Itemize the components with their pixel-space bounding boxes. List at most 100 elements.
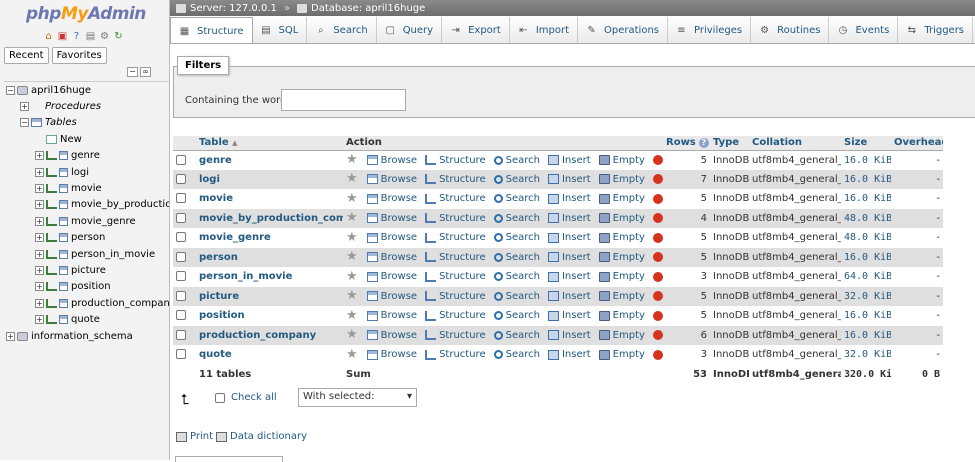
search-action[interactable]: Search <box>493 213 540 224</box>
browse-action[interactable]: Browse <box>366 174 417 185</box>
recent-tab[interactable]: Recent <box>4 47 49 64</box>
expand-icon[interactable]: + <box>20 102 29 112</box>
row-checkbox[interactable] <box>176 349 186 360</box>
expand-icon[interactable]: + <box>6 331 15 341</box>
expand-icon[interactable]: − <box>6 85 15 95</box>
tab-privileges[interactable]: ≡ Privileges <box>668 17 752 43</box>
breadcrumb-database[interactable]: Database: april16huge <box>311 3 425 14</box>
table-name-link[interactable]: logi <box>199 174 220 185</box>
docs-icon[interactable]: ▤ <box>84 30 97 43</box>
empty-action[interactable]: Empty <box>598 252 645 263</box>
data-dictionary-link[interactable]: Data dictionary <box>216 431 307 442</box>
search-action[interactable]: Search <box>493 330 540 341</box>
phpmyadmin-logo[interactable]: phpMyAdmin <box>26 4 146 24</box>
breadcrumb-server[interactable]: Server: 127.0.0.1 <box>190 3 277 14</box>
drop-action[interactable]: Drop <box>652 310 663 321</box>
browse-action[interactable]: Browse <box>366 310 417 321</box>
settings-icon[interactable]: ⚙ <box>98 30 111 43</box>
insert-action[interactable]: Insert <box>547 213 591 224</box>
structure-action[interactable]: Structure <box>425 271 486 282</box>
tree-item[interactable]: + information_schema <box>0 328 169 344</box>
logout-icon[interactable]: ▣ <box>56 30 69 43</box>
expand-icon[interactable]: + <box>35 315 44 325</box>
insert-action[interactable]: Insert <box>547 155 591 166</box>
drop-action[interactable]: Drop <box>652 213 663 224</box>
insert-action[interactable]: Insert <box>547 252 591 263</box>
structure-action[interactable]: Structure <box>425 349 486 360</box>
empty-action[interactable]: Empty <box>598 155 645 166</box>
structure-action[interactable]: Structure <box>425 193 486 204</box>
search-action[interactable]: Search <box>493 291 540 302</box>
tree-item[interactable]: + quote <box>0 311 169 327</box>
insert-action[interactable]: Insert <box>547 291 591 302</box>
drop-action[interactable]: Drop <box>652 349 663 360</box>
empty-action[interactable]: Empty <box>598 271 645 282</box>
insert-action[interactable]: Insert <box>547 330 591 341</box>
favorite-star-icon[interactable]: ★ <box>346 231 358 244</box>
tree-item[interactable]: − Tables <box>0 115 169 131</box>
print-link[interactable]: Print <box>176 431 213 442</box>
tree-item[interactable]: + movie <box>0 180 169 196</box>
size[interactable]: 32.0 KiB <box>841 286 891 306</box>
collapse-all-icon[interactable]: − <box>127 67 138 77</box>
search-action[interactable]: Search <box>493 174 540 185</box>
row-checkbox[interactable] <box>176 271 186 282</box>
drop-action[interactable]: Drop <box>652 193 663 204</box>
expand-icon[interactable]: − <box>20 118 29 128</box>
tree-item[interactable]: + Procedures <box>0 98 169 114</box>
browse-action[interactable]: Browse <box>366 213 417 224</box>
home-icon[interactable]: ⌂ <box>42 30 55 43</box>
empty-action[interactable]: Empty <box>598 291 645 302</box>
header-rows[interactable]: Rows? <box>663 136 710 151</box>
favorite-star-icon[interactable]: ★ <box>346 289 358 302</box>
table-name-link[interactable]: position <box>199 310 245 321</box>
tab-events[interactable]: ◷ Events <box>829 17 899 43</box>
search-action[interactable]: Search <box>493 193 540 204</box>
filter-input[interactable] <box>281 89 406 111</box>
empty-action[interactable]: Empty <box>598 330 645 341</box>
table-name-link[interactable]: picture <box>199 291 239 302</box>
row-checkbox[interactable] <box>176 232 186 243</box>
table-name-link[interactable]: quote <box>199 349 232 360</box>
check-all-checkbox[interactable] <box>215 393 225 403</box>
row-checkbox[interactable] <box>176 251 186 262</box>
browse-action[interactable]: Browse <box>366 193 417 204</box>
search-action[interactable]: Search <box>493 271 540 282</box>
help-icon[interactable]: ? <box>698 138 709 149</box>
favorite-star-icon[interactable]: ★ <box>346 172 358 185</box>
size[interactable]: 16.0 KiB <box>841 169 891 189</box>
insert-action[interactable]: Insert <box>547 271 591 282</box>
tree-item[interactable]: − april16huge <box>0 82 169 98</box>
header-overhead[interactable]: Overhead <box>891 136 943 151</box>
size[interactable]: 16.0 KiB <box>841 247 891 267</box>
tree-item[interactable]: +New <box>0 131 169 147</box>
insert-action[interactable]: Insert <box>547 232 591 243</box>
tree-item[interactable]: + picture <box>0 262 169 278</box>
structure-action[interactable]: Structure <box>425 213 486 224</box>
drop-action[interactable]: Drop <box>652 232 663 243</box>
favorite-star-icon[interactable]: ★ <box>346 309 358 322</box>
tab-query[interactable]: ▢ Query <box>377 17 443 43</box>
tab-structure[interactable]: ▦ Structure <box>170 17 253 43</box>
browse-action[interactable]: Browse <box>366 291 417 302</box>
structure-action[interactable]: Structure <box>425 174 486 185</box>
empty-action[interactable]: Empty <box>598 193 645 204</box>
drop-action[interactable]: Drop <box>652 291 663 302</box>
tab-export[interactable]: ⇥ Export <box>442 17 510 43</box>
tree-item[interactable]: + person_in_movie <box>0 246 169 262</box>
header-table[interactable]: Table ▲ <box>196 136 343 151</box>
drop-action[interactable]: Drop <box>652 174 663 185</box>
browse-action[interactable]: Browse <box>366 232 417 243</box>
drop-action[interactable]: Drop <box>652 155 663 166</box>
browse-action[interactable]: Browse <box>366 155 417 166</box>
tab-operations[interactable]: ✎ Operations <box>578 17 668 43</box>
size[interactable]: 64.0 KiB <box>841 267 891 287</box>
empty-action[interactable]: Empty <box>598 174 645 185</box>
empty-action[interactable]: Empty <box>598 310 645 321</box>
expand-icon[interactable]: + <box>35 298 44 308</box>
empty-action[interactable]: Empty <box>598 213 645 224</box>
size[interactable]: 48.0 KiB <box>841 208 891 228</box>
size[interactable]: 48.0 KiB <box>841 228 891 248</box>
search-action[interactable]: Search <box>493 252 540 263</box>
favorite-star-icon[interactable]: ★ <box>346 250 358 263</box>
